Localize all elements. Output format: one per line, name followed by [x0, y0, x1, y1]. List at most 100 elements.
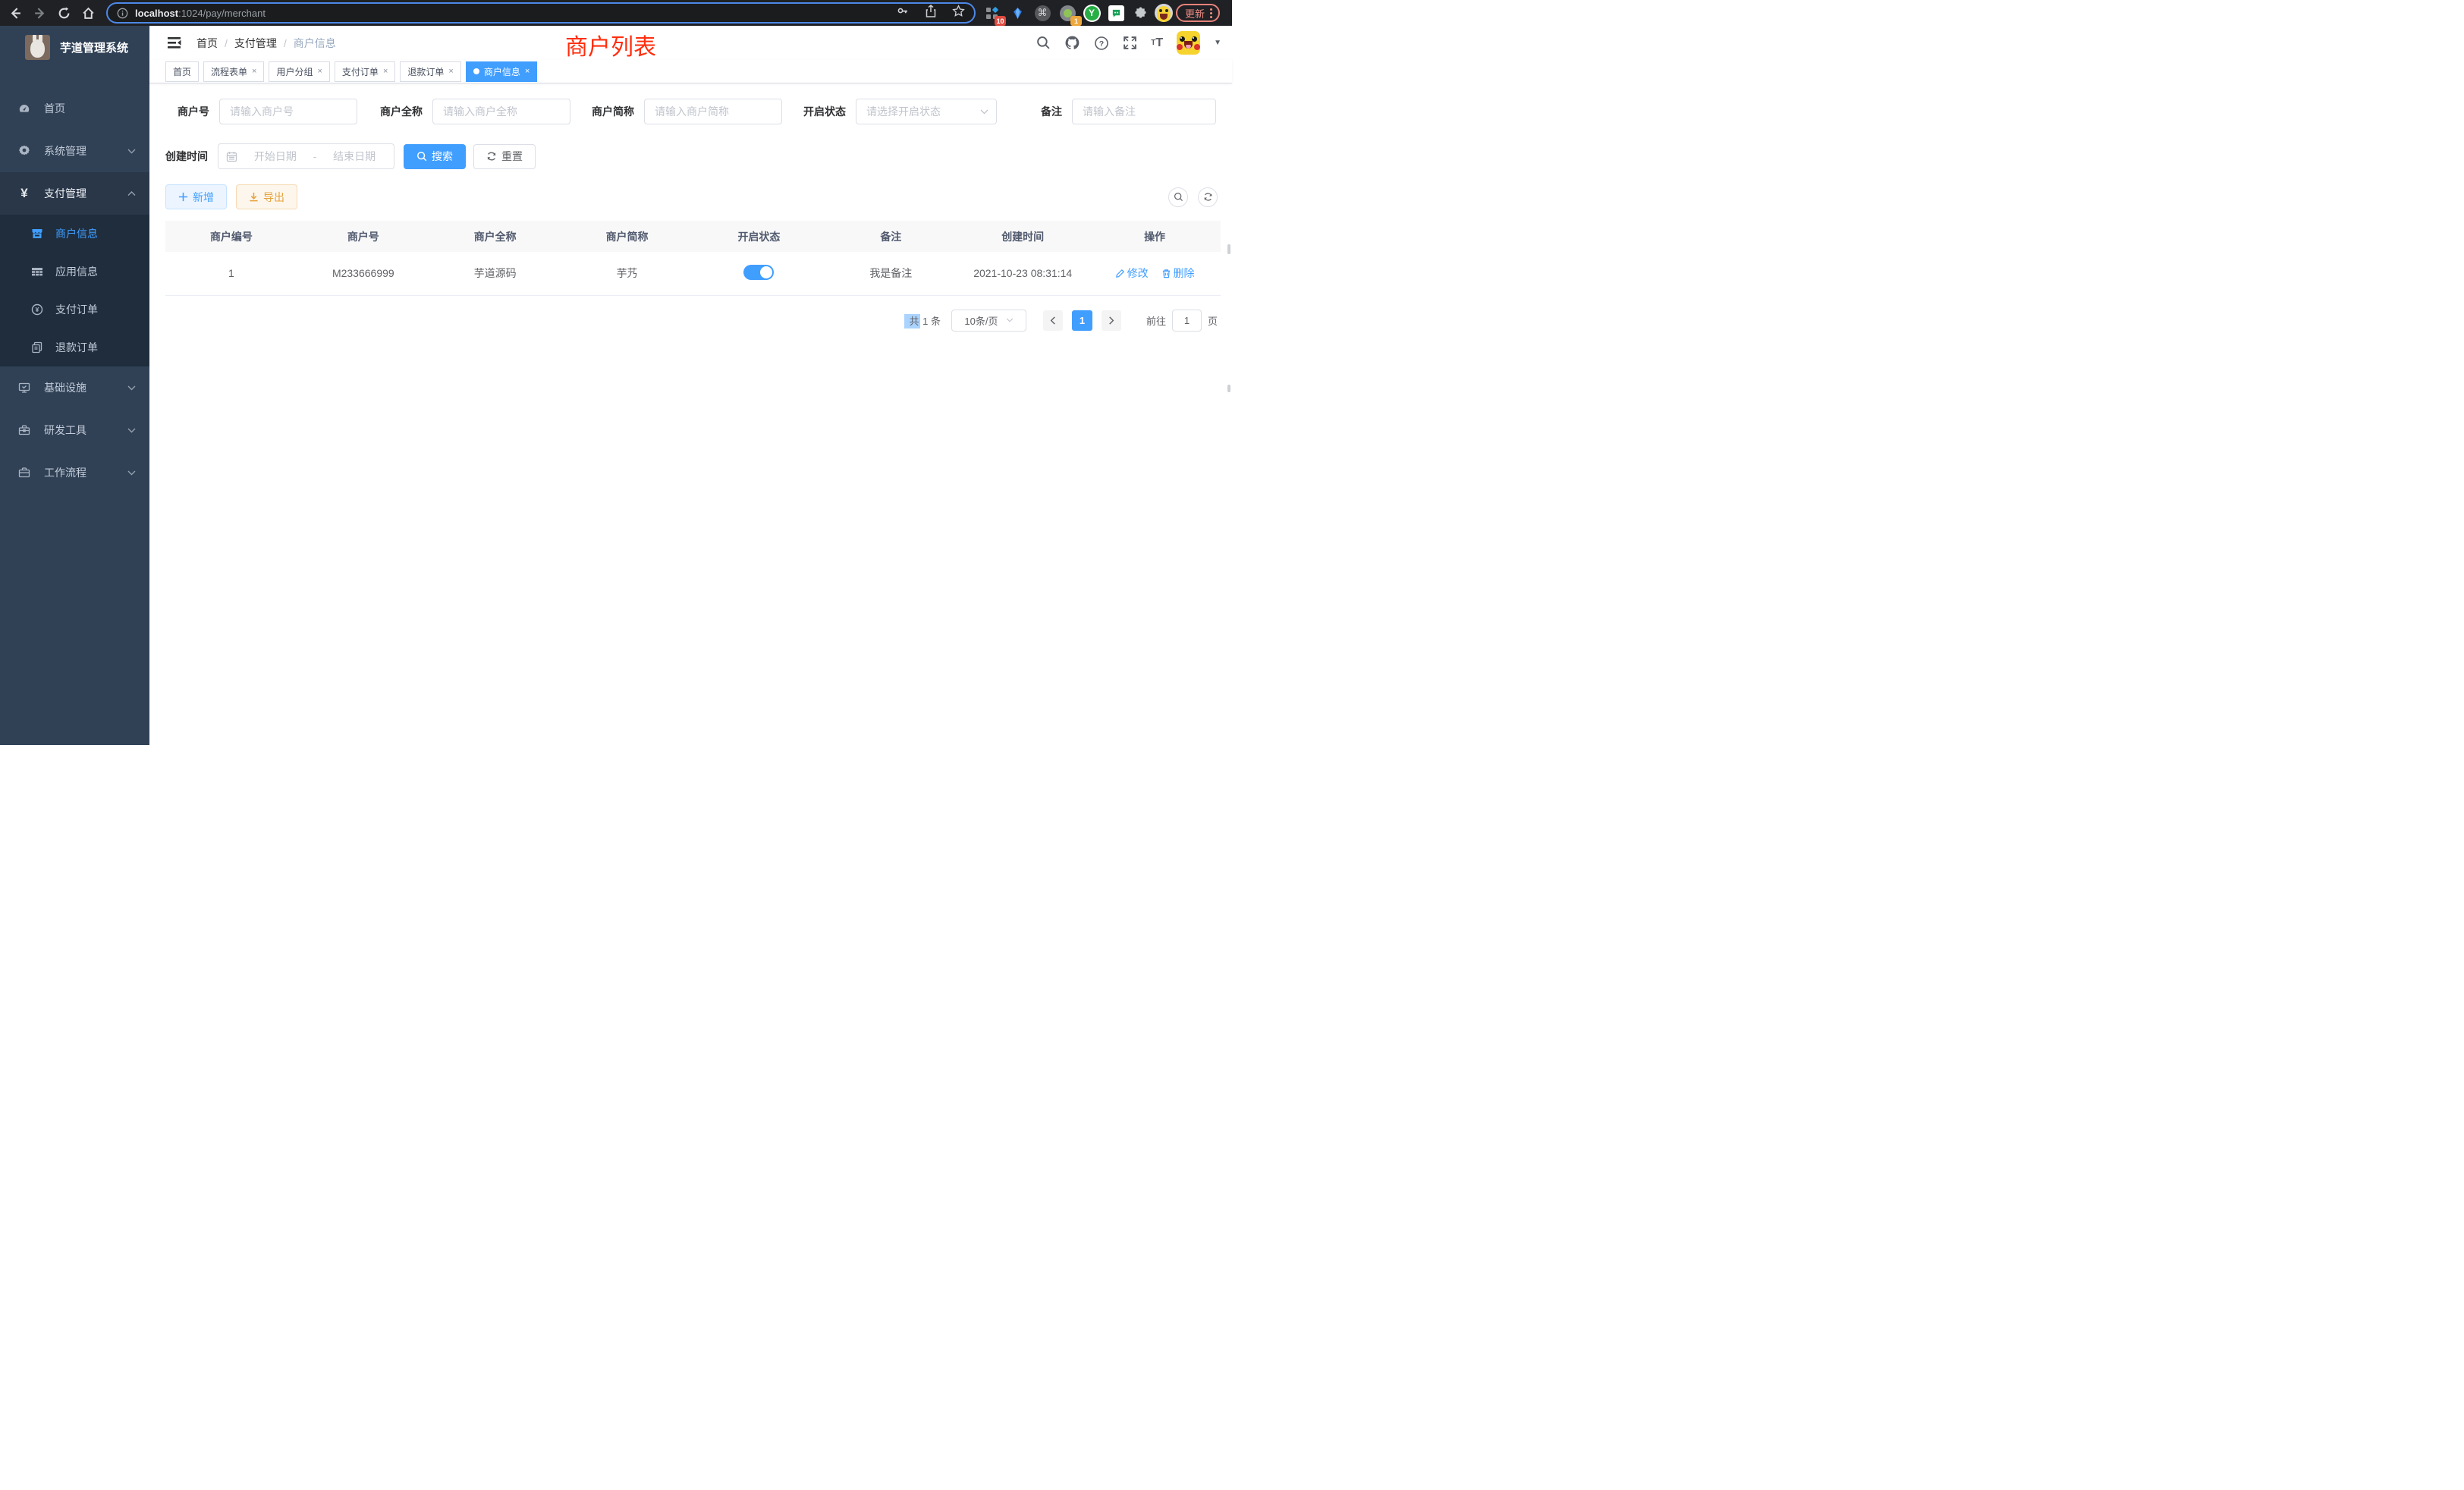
col-remark: 备注 — [825, 221, 957, 252]
collapse-sidebar-icon[interactable] — [168, 36, 182, 49]
extension-grid-icon[interactable]: 10 — [982, 3, 1001, 23]
chevron-down-icon — [127, 149, 136, 154]
fullscreen-icon[interactable] — [1123, 36, 1137, 50]
profile-avatar-emoji[interactable] — [1154, 3, 1174, 23]
cell-full-name: 芋道源码 — [429, 252, 561, 295]
site-info-icon[interactable] — [117, 8, 128, 19]
cell-merchant-no: M233666999 — [297, 252, 429, 295]
edit-link[interactable]: 修改 — [1115, 266, 1149, 281]
browser-menu-kebab-icon[interactable] — [1210, 8, 1212, 18]
scrollbar-mark[interactable] — [1227, 244, 1230, 254]
delete-link[interactable]: 删除 — [1161, 266, 1195, 281]
close-icon[interactable]: × — [252, 67, 256, 76]
font-size-icon[interactable]: TT — [1151, 36, 1163, 50]
total-text: 1 条 — [920, 316, 941, 327]
monitor-icon — [18, 382, 30, 394]
tag-home[interactable]: 首页 — [165, 61, 199, 82]
tag-merchant-info-active[interactable]: 商户信息× — [466, 61, 537, 82]
address-bar[interactable]: localhost:1024/pay/merchant — [106, 2, 976, 24]
cell-create-time: 2021-10-23 08:31:14 — [957, 252, 1089, 295]
tag-label: 首页 — [173, 65, 191, 78]
goto-page-input[interactable] — [1172, 310, 1202, 332]
full-name-input[interactable] — [432, 99, 570, 124]
close-icon[interactable]: × — [383, 67, 388, 76]
yen-icon: ¥ — [18, 186, 30, 201]
filter-row-1: 商户号 商户全称 商户简称 开启状态 请选择开启状态 备注 — [165, 99, 1221, 124]
home-icon[interactable] — [79, 4, 97, 22]
search-label: 搜索 — [432, 149, 453, 164]
scrollbar-mark[interactable] — [1227, 385, 1230, 392]
sidebar-item-devtools[interactable]: 研发工具 — [0, 409, 149, 451]
sidebar-item-merchant-info[interactable]: 商户信息 — [0, 215, 149, 253]
tag-user-group[interactable]: 用户分组× — [269, 61, 329, 82]
extension-command-icon[interactable]: ⌘ — [1032, 3, 1052, 23]
help-icon[interactable]: ? — [1094, 36, 1109, 51]
extension-gem-icon[interactable] — [1007, 3, 1027, 23]
sidebar-item-infra[interactable]: 基础设施 — [0, 366, 149, 409]
sidebar-item-label: 支付管理 — [44, 186, 86, 201]
breadcrumb: 首页 / 支付管理 / 商户信息 — [196, 36, 336, 51]
tag-process-form[interactable]: 流程表单 × — [203, 61, 264, 82]
toolbox-icon — [18, 424, 30, 436]
sidebar-item-pay-order[interactable]: ¥ 支付订单 — [0, 291, 149, 328]
close-icon[interactable]: × — [525, 67, 530, 76]
sidebar-item-refund-order[interactable]: 退款订单 — [0, 328, 149, 366]
remark-input[interactable] — [1072, 99, 1216, 124]
sidebar-item-system[interactable]: 系统管理 — [0, 130, 149, 172]
back-icon[interactable] — [6, 4, 24, 22]
merchant-no-label: 商户号 — [178, 104, 209, 119]
refresh-table-button[interactable] — [1198, 187, 1218, 207]
short-name-input[interactable] — [644, 99, 782, 124]
search-button[interactable]: 搜索 — [404, 144, 466, 169]
password-key-icon[interactable] — [896, 5, 910, 22]
yen-circle-icon: ¥ — [31, 303, 43, 316]
status-select[interactable]: 请选择开启状态 — [856, 99, 997, 124]
full-name-label: 商户全称 — [380, 104, 423, 119]
chevron-up-icon — [127, 191, 136, 196]
show-search-toggle-button[interactable] — [1168, 187, 1188, 207]
status-toggle-on[interactable] — [743, 265, 774, 280]
date-end-placeholder: 结束日期 — [322, 149, 386, 164]
browser-update-button[interactable]: 更新 — [1176, 4, 1220, 22]
dashboard-icon — [18, 102, 30, 115]
share-icon[interactable] — [925, 5, 937, 22]
header-search-icon[interactable] — [1036, 36, 1051, 50]
tag-pay-order[interactable]: 支付订单× — [335, 61, 395, 82]
app-logo-row[interactable]: 芋道管理系统 — [0, 26, 149, 69]
sidebar-item-payment[interactable]: ¥ 支付管理 — [0, 172, 149, 215]
merchant-no-input[interactable] — [219, 99, 357, 124]
reload-icon[interactable] — [55, 4, 73, 22]
close-icon[interactable]: × — [448, 67, 453, 76]
cell-merchant-id: 1 — [165, 252, 297, 295]
page-size-value: 10条/页 — [964, 313, 998, 328]
close-icon[interactable]: × — [317, 67, 322, 76]
page-size-select[interactable]: 10条/页 — [951, 310, 1026, 332]
user-avatar-pikachu[interactable] — [1177, 31, 1200, 55]
add-label: 新增 — [193, 190, 214, 205]
tag-refund-order[interactable]: 退款订单 × — [400, 61, 460, 82]
avatar-caret-icon[interactable]: ▼ — [1214, 39, 1221, 47]
extension-chat-icon[interactable] — [1106, 3, 1126, 23]
sidebar-item-home[interactable]: 首页 — [0, 87, 149, 130]
github-icon[interactable] — [1064, 35, 1080, 51]
extensions-puzzle-icon[interactable] — [1130, 3, 1150, 23]
prev-page-button[interactable] — [1043, 310, 1063, 331]
next-page-button[interactable] — [1102, 310, 1121, 331]
forward-icon[interactable] — [30, 4, 49, 22]
breadcrumb-payment[interactable]: 支付管理 — [234, 36, 277, 51]
extension-profile-icon[interactable]: 1 — [1058, 3, 1077, 23]
page-number-1[interactable]: 1 — [1072, 310, 1092, 331]
sidebar-item-workflow[interactable]: 工作流程 — [0, 451, 149, 494]
create-time-range-picker[interactable]: 开始日期 - 结束日期 — [218, 143, 394, 169]
export-button[interactable]: 导出 — [236, 184, 297, 209]
tag-label: 流程表单 — [211, 65, 247, 78]
sidebar-item-app-info[interactable]: 应用信息 — [0, 253, 149, 291]
reset-button[interactable]: 重置 — [473, 144, 536, 169]
tag-label: 退款订单 — [407, 65, 444, 78]
table-grid-icon — [31, 266, 43, 278]
remark-label: 备注 — [1041, 104, 1062, 119]
breadcrumb-home[interactable]: 首页 — [196, 36, 218, 51]
add-button[interactable]: 新增 — [165, 184, 227, 209]
bookmark-star-icon[interactable] — [952, 5, 965, 21]
extension-yudao-icon[interactable]: Y — [1082, 3, 1102, 23]
